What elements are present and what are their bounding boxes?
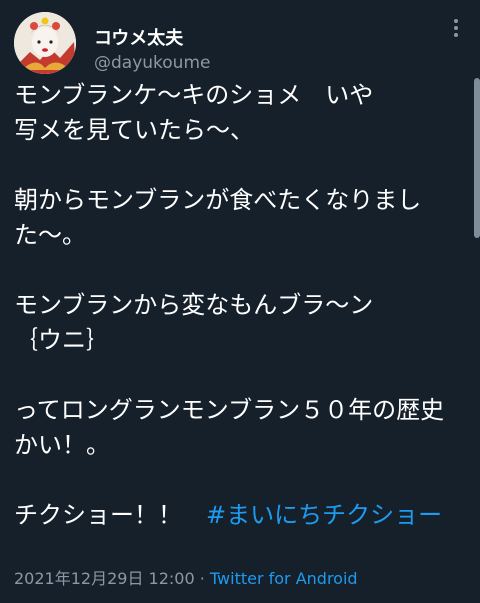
- display-name[interactable]: コウメ太夫: [94, 24, 183, 50]
- hashtag-link[interactable]: #まいにちチクショー: [206, 501, 442, 529]
- tweet-header: コウメ太夫 @dayukoume: [14, 12, 466, 76]
- avatar-photo-icon: [14, 12, 76, 74]
- tweet-source-link[interactable]: Twitter for Android: [210, 569, 358, 588]
- tweet-text: モンブランケ〜キのショメ いや 写メを見ていたら〜、 朝からモンブランが食べたく…: [14, 78, 466, 533]
- more-dots: [454, 19, 458, 37]
- meta-separator: ·: [194, 569, 210, 588]
- tweet-meta: 2021年12月29日 12:00 · Twitter for Android: [14, 565, 358, 589]
- tweet-timestamp[interactable]: 2021年12月29日 12:00: [14, 569, 195, 588]
- more-vertical-icon[interactable]: [446, 18, 466, 44]
- scrollbar[interactable]: [474, 78, 480, 238]
- tweet-body: モンブランケ〜キのショメ いや 写メを見ていたら〜、 朝からモンブランが食べたく…: [14, 81, 445, 529]
- user-handle[interactable]: @dayukoume: [94, 53, 210, 73]
- avatar[interactable]: [14, 12, 76, 74]
